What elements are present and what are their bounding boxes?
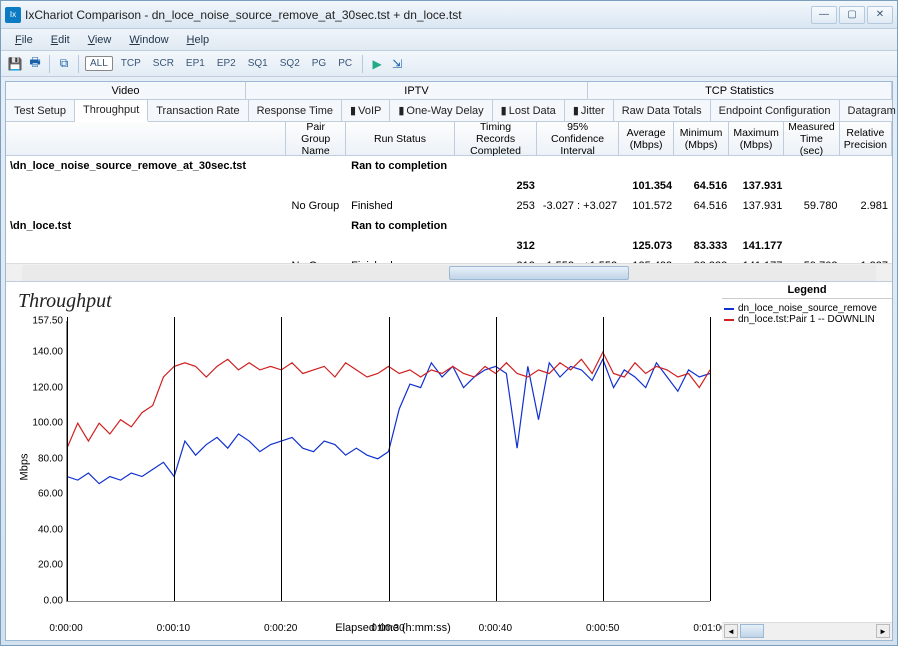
cat-tcpstats: TCP Statistics — [588, 82, 892, 99]
tab-transaction-rate[interactable]: Transaction Rate — [148, 100, 248, 121]
table-row[interactable]: No GroupFinished253-3.027 : +3.027101.57… — [6, 196, 892, 216]
filter-pg[interactable]: PG — [308, 56, 330, 71]
export-icon[interactable]: ⇲ — [389, 56, 405, 72]
legend-scrollbar[interactable]: ◄ ► — [722, 622, 892, 640]
table-row[interactable]: No GroupFinished312-1.552 : +1.552125.42… — [6, 256, 892, 263]
col-run-status[interactable]: Run Status — [346, 122, 455, 155]
tab-jitter[interactable]: ▮Jitter — [565, 100, 614, 121]
menu-window[interactable]: Window — [121, 32, 176, 48]
scroll-thumb[interactable] — [740, 624, 764, 638]
col-pair-group[interactable]: Pair Group Name — [286, 122, 346, 155]
maximize-button[interactable]: ▢ — [839, 6, 865, 24]
table-row[interactable]: 312125.07383.333141.177 — [6, 236, 892, 256]
category-row: Video IPTV TCP Statistics — [6, 82, 892, 100]
titlebar: Ix IxChariot Comparison - dn_loce_noise_… — [1, 1, 897, 29]
menu-edit[interactable]: Edit — [43, 32, 78, 48]
copy-icon[interactable]: ⧉ — [56, 56, 72, 72]
horizontal-scrollbar[interactable] — [6, 263, 892, 281]
tab-lost-data[interactable]: ▮Lost Data — [493, 100, 565, 121]
toolbar-sep — [362, 55, 363, 73]
legend-swatch-icon — [724, 308, 734, 310]
menu-view[interactable]: View — [80, 32, 120, 48]
print-icon[interactable]: 🖶 — [27, 56, 43, 72]
legend-item[interactable]: dn_loce.tst:Pair 1 -- DOWNLIN — [724, 314, 890, 325]
chart-plot: Mbps 0.0020.0040.0060.0080.00100.00120.0… — [66, 321, 710, 602]
legend-panel: Legend dn_loce_noise_source_remove dn_lo… — [722, 282, 892, 640]
tab-test-setup[interactable]: Test Setup — [6, 100, 75, 121]
chart-panel: Throughput Mbps 0.0020.0040.0060.0080.00… — [6, 282, 722, 640]
content-area: Video IPTV TCP Statistics Test Setup Thr… — [5, 81, 893, 641]
table-row[interactable]: \dn_loce_noise_source_remove_at_30sec.ts… — [6, 156, 892, 176]
tab-endpoint-config[interactable]: Endpoint Configuration — [711, 100, 840, 121]
window-title: IxChariot Comparison - dn_loce_noise_sou… — [25, 8, 811, 22]
close-button[interactable]: ✕ — [867, 6, 893, 24]
tab-row: Test Setup Throughput Transaction Rate R… — [6, 100, 892, 122]
app-window: Ix IxChariot Comparison - dn_loce_noise_… — [0, 0, 898, 646]
app-icon: Ix — [5, 7, 21, 23]
menu-file[interactable]: File — [7, 32, 41, 48]
scroll-right-icon[interactable]: ► — [876, 624, 890, 638]
legend-body: dn_loce_noise_source_remove dn_loce.tst:… — [722, 299, 892, 622]
col-timing[interactable]: Timing Records Completed — [455, 122, 537, 155]
tab-throughput[interactable]: Throughput — [75, 100, 148, 122]
toolbar-sep — [78, 55, 79, 73]
col-confidence[interactable]: 95% Confidence Interval — [537, 122, 619, 155]
x-ticks: 0:00:000:00:100:00:200:00:300:00:400:00:… — [66, 606, 710, 620]
scroll-thumb[interactable] — [449, 266, 629, 280]
chart-area: Throughput Mbps 0.0020.0040.0060.0080.00… — [6, 282, 892, 640]
col-name[interactable] — [6, 122, 286, 155]
filter-pc[interactable]: PC — [334, 56, 356, 71]
filter-ep2[interactable]: EP2 — [213, 56, 240, 71]
col-measured[interactable]: Measured Time (sec) — [784, 122, 840, 155]
legend-title: Legend — [722, 282, 892, 299]
legend-item[interactable]: dn_loce_noise_source_remove — [724, 303, 890, 314]
col-min[interactable]: Minimum (Mbps) — [674, 122, 729, 155]
cat-iptv: IPTV — [246, 82, 588, 99]
filter-sq2[interactable]: SQ2 — [276, 56, 304, 71]
table-row[interactable]: 253101.35464.516137.931 — [6, 176, 892, 196]
menubar: File Edit View Window Help — [1, 29, 897, 51]
filter-ep1[interactable]: EP1 — [182, 56, 209, 71]
save-icon[interactable]: 💾 — [7, 56, 23, 72]
tab-raw-data-totals[interactable]: Raw Data Totals — [614, 100, 711, 121]
toolbar: 💾 🖶 ⧉ ALL TCP SCR EP1 EP2 SQ1 SQ2 PG PC … — [1, 51, 897, 77]
filter-sq1[interactable]: SQ1 — [244, 56, 272, 71]
filter-all[interactable]: ALL — [85, 56, 113, 71]
legend-swatch-icon — [724, 319, 734, 321]
table-header: Pair Group Name Run Status Timing Record… — [6, 122, 892, 156]
col-relprec[interactable]: Relative Precision — [840, 122, 892, 155]
table-body: \dn_loce_noise_source_remove_at_30sec.ts… — [6, 156, 892, 263]
chart-title: Throughput — [18, 290, 720, 313]
results-table: Pair Group Name Run Status Timing Record… — [6, 122, 892, 282]
tab-one-way-delay[interactable]: ▮One-Way Delay — [390, 100, 492, 121]
tab-voip[interactable]: ▮VoIP — [342, 100, 390, 121]
menu-help[interactable]: Help — [179, 32, 218, 48]
filter-tcp[interactable]: TCP — [117, 56, 145, 71]
tab-datagram[interactable]: Datagram — [840, 100, 898, 121]
scroll-left-icon[interactable]: ◄ — [724, 624, 738, 638]
table-row[interactable]: \dn_loce.tstRan to completion — [6, 216, 892, 236]
col-avg[interactable]: Average (Mbps) — [619, 122, 674, 155]
toolbar-sep — [49, 55, 50, 73]
col-max[interactable]: Maximum (Mbps) — [729, 122, 784, 155]
tab-response-time[interactable]: Response Time — [249, 100, 342, 121]
cat-video: Video — [6, 82, 246, 99]
minimize-button[interactable]: — — [811, 6, 837, 24]
run-icon[interactable]: ▶ — [369, 56, 385, 72]
filter-scr[interactable]: SCR — [149, 56, 178, 71]
